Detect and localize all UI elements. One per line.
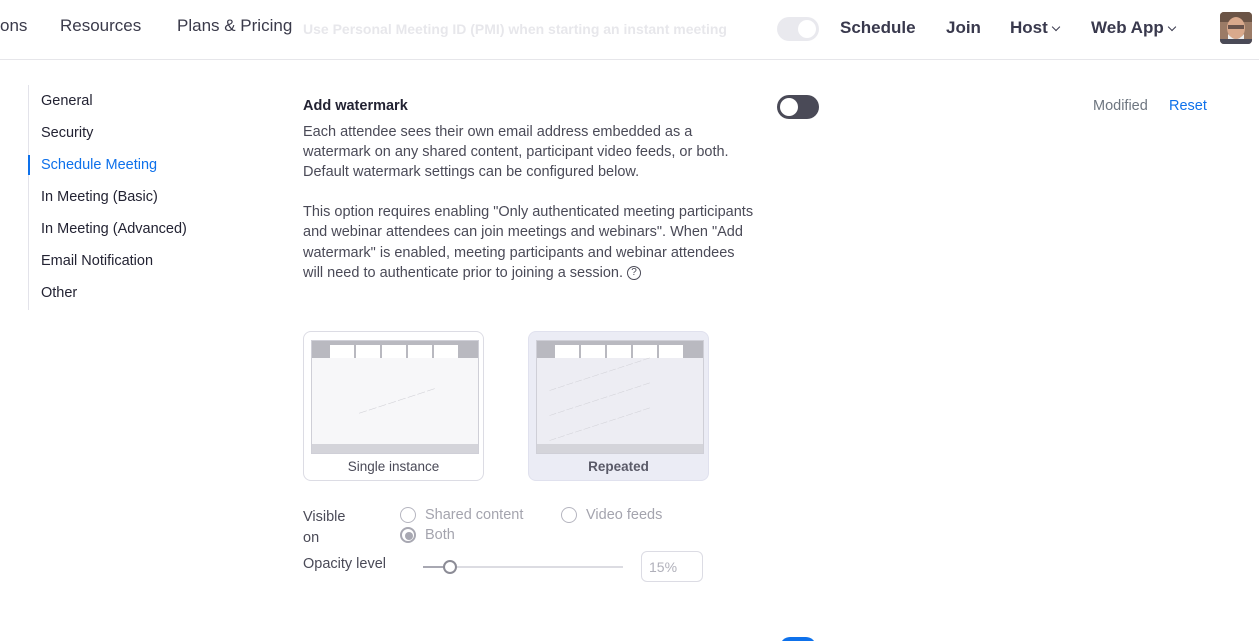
active-indicator: [28, 155, 30, 175]
sidebar-item-other[interactable]: Other: [41, 285, 77, 301]
single-instance-preview: — — — — — — — —: [311, 340, 479, 454]
repeated-option[interactable]: — — — — — — — — — — — — — — — — — — — — …: [528, 331, 709, 481]
setting-requirement-note: This option requires enabling "Only auth…: [303, 202, 758, 284]
settings-sidebar: General Security Schedule Meeting In Mee…: [28, 85, 248, 310]
top-navigation: ons Resources Plans & Pricing Use Person…: [0, 0, 1259, 60]
sidebar-item-email-notification[interactable]: Email Notification: [41, 253, 153, 269]
both-radio[interactable]: Both: [400, 527, 455, 543]
modified-label: Modified: [1093, 98, 1148, 114]
preview-tile: [581, 345, 605, 358]
host-label: Host: [1010, 18, 1048, 37]
chevron-down-icon: [1167, 22, 1176, 32]
radio-circle-selected: [400, 527, 416, 543]
opacity-slider[interactable]: [423, 559, 623, 575]
avatar[interactable]: [1220, 12, 1252, 44]
next-setting-toggle[interactable]: [780, 637, 816, 641]
question-circle-icon[interactable]: ?: [627, 266, 641, 281]
preview-tile: [607, 345, 631, 358]
nav-link-plans-pricing[interactable]: Plans & Pricing: [177, 16, 292, 36]
host-dropdown[interactable]: Host: [1010, 18, 1061, 38]
visible-on-label: Visible on: [303, 507, 345, 549]
preview-controls-bar: [537, 444, 703, 453]
both-label: Both: [425, 527, 455, 543]
toggle-knob: [780, 98, 798, 116]
sidebar-item-in-meeting-advanced[interactable]: In Meeting (Advanced): [41, 221, 187, 237]
setting-description: Each attendee sees their own email addre…: [303, 124, 729, 180]
join-link[interactable]: Join: [946, 18, 981, 38]
requirement-text: This option requires enabling "Only auth…: [303, 204, 754, 282]
setting-title: Add watermark: [303, 98, 408, 114]
single-instance-label: Single instance: [347, 459, 440, 474]
visible-on-label-line2: on: [303, 530, 320, 546]
shared-content-label: Shared content: [425, 507, 524, 523]
scrolled-setting-title: Use Personal Meeting ID (PMI) when start…: [303, 21, 727, 37]
preview-tile: [356, 345, 380, 358]
preview-tile: [434, 345, 458, 358]
web-app-label: Web App: [1091, 18, 1164, 37]
avatar-image: [1220, 12, 1252, 44]
single-instance-option[interactable]: — — — — — — — — Single instance: [303, 331, 484, 481]
toggle-knob: [798, 20, 816, 38]
preview-tile: [408, 345, 432, 358]
preview-tile: [382, 345, 406, 358]
sidebar-item-schedule-meeting[interactable]: Schedule Meeting: [41, 157, 157, 173]
nav-link-resources[interactable]: Resources: [60, 16, 141, 36]
opacity-value-input[interactable]: [641, 551, 703, 582]
radio-circle: [561, 507, 577, 523]
visible-on-label-line1: Visible: [303, 509, 346, 525]
preview-watermark: — — — — — — — —: [357, 383, 437, 418]
schedule-link[interactable]: Schedule: [840, 18, 916, 38]
sidebar-item-in-meeting-basic[interactable]: In Meeting (Basic): [41, 189, 158, 205]
web-app-dropdown[interactable]: Web App: [1091, 18, 1176, 38]
scrolled-setting-toggle: [777, 17, 819, 41]
preview-tile: [659, 345, 683, 358]
add-watermark-toggle[interactable]: [777, 95, 819, 119]
nav-link-solutions[interactable]: ons: [0, 16, 27, 36]
video-feeds-radio[interactable]: Video feeds: [561, 507, 662, 523]
shared-content-radio[interactable]: Shared content: [400, 507, 523, 523]
preview-tile: [330, 345, 354, 358]
sidebar-item-security[interactable]: Security: [41, 125, 93, 141]
reset-link[interactable]: Reset: [1169, 98, 1207, 114]
preview-tile: [555, 345, 579, 358]
radio-circle: [400, 507, 416, 523]
video-feeds-label: Video feeds: [586, 507, 663, 523]
preview-controls-bar: [312, 444, 478, 453]
slider-handle[interactable]: [443, 560, 457, 574]
opacity-level-label: Opacity level: [303, 556, 387, 572]
repeated-label: Repeated: [588, 459, 649, 474]
chevron-down-icon: [1051, 22, 1061, 32]
sidebar-item-general[interactable]: General: [41, 93, 93, 109]
repeated-preview: — — — — — — — — — — — — — — — — — — — — …: [536, 340, 704, 454]
